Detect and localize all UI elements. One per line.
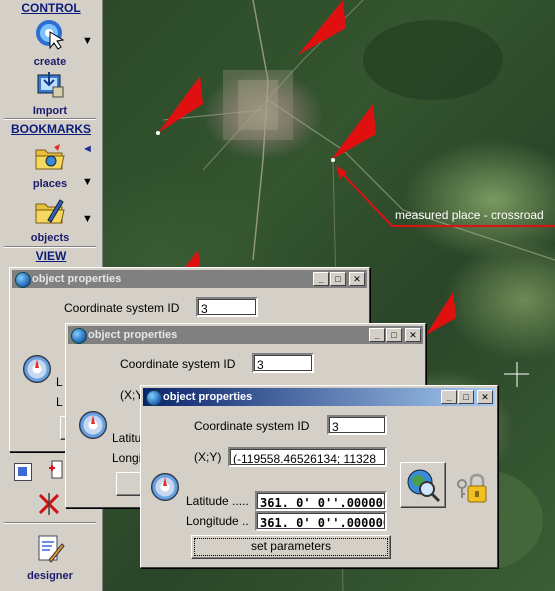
latitude-label: Latitude ..... xyxy=(186,494,249,508)
globe-icon xyxy=(15,272,31,288)
toolbar-divider xyxy=(4,246,96,248)
crosshair-cursor xyxy=(504,362,529,387)
objects-dropdown-arrow[interactable]: ▼ xyxy=(82,213,93,225)
close-button[interactable]: ✕ xyxy=(405,328,421,342)
coord-system-label: Coordinate system ID xyxy=(194,419,310,433)
coord-system-label: Coordinate system ID xyxy=(64,301,180,315)
minimize-button[interactable]: _ xyxy=(441,390,457,404)
marker-1[interactable] xyxy=(298,0,346,55)
places-folder-icon xyxy=(35,144,65,170)
marker-2[interactable] xyxy=(158,76,203,133)
xy-coordinates-input[interactable]: (-119558.46526134; 11328 xyxy=(228,447,387,467)
delete-tool-icon[interactable] xyxy=(37,492,61,516)
coord-system-input[interactable]: 3 xyxy=(327,415,387,435)
import-button[interactable]: Import xyxy=(20,71,80,117)
view-section-title: VIEW xyxy=(35,249,67,263)
close-button[interactable]: ✕ xyxy=(477,390,493,404)
marker-4[interactable] xyxy=(426,292,456,335)
coord-system-input[interactable]: 3 xyxy=(196,297,258,317)
globe-search-icon xyxy=(407,469,441,503)
import-label: Import xyxy=(32,105,68,117)
padlock-icon xyxy=(457,473,487,503)
designer-button[interactable]: designer xyxy=(20,534,80,582)
dialog-2-titlebar[interactable]: object properties _ □ ✕ xyxy=(68,326,423,344)
places-button[interactable]: places xyxy=(20,142,80,190)
minimize-button[interactable]: _ xyxy=(313,272,329,286)
maximize-button[interactable]: □ xyxy=(386,328,402,342)
latitude-label-partial: L xyxy=(56,375,63,389)
places-back-arrow[interactable]: ◄ xyxy=(82,143,93,155)
dialog-1-titlebar[interactable]: object properties _ □ ✕ xyxy=(12,270,367,288)
marker-3[interactable] xyxy=(331,104,376,160)
designer-label: designer xyxy=(27,570,73,582)
compass-icon[interactable] xyxy=(23,355,51,383)
compass-icon[interactable] xyxy=(79,411,107,439)
delete-cross-icon xyxy=(38,493,60,515)
latitude-input[interactable]: 361. 0' 0''.0000000 xyxy=(255,491,387,511)
globe-icon xyxy=(71,328,87,344)
minimize-button[interactable]: _ xyxy=(369,328,385,342)
import-icon xyxy=(37,72,64,98)
control-section-title: CONTROL xyxy=(21,1,81,15)
places-label: places xyxy=(32,178,68,190)
object-properties-dialog-3[interactable]: object properties _ □ ✕ Coordinate syste… xyxy=(140,385,498,568)
lock-keys-icon[interactable] xyxy=(455,472,489,506)
dialog-3-title: object properties xyxy=(163,391,253,403)
create-label: create xyxy=(33,56,67,68)
objects-label: objects xyxy=(30,232,70,244)
bookmarks-section-title: BOOKMARKS xyxy=(11,122,91,136)
dialog-1-title: object properties xyxy=(32,273,122,285)
longitude-input[interactable]: 361. 0' 0''.0000000 xyxy=(255,511,387,531)
coord-system-input[interactable]: 3 xyxy=(252,353,314,373)
create-icon xyxy=(36,20,65,50)
objects-button[interactable]: objects xyxy=(20,196,80,244)
dialog-3-titlebar[interactable]: object properties _ □ ✕ xyxy=(143,388,495,406)
add-point-icon[interactable] xyxy=(48,460,64,480)
longitude-label-partial: L xyxy=(56,395,63,409)
compass-icon[interactable] xyxy=(151,473,179,501)
designer-icon xyxy=(38,535,65,563)
set-parameters-button[interactable]: set parameters xyxy=(191,535,391,559)
places-dropdown-arrow[interactable]: ▼ xyxy=(82,176,93,188)
xy-label: (X;Y) xyxy=(194,450,222,464)
coord-system-label: Coordinate system ID xyxy=(120,357,236,371)
add-point-glyph-icon xyxy=(49,460,63,479)
create-button[interactable]: create xyxy=(20,18,80,68)
map-annotation: measured place - crossroad xyxy=(395,208,544,222)
layer-tool-icon[interactable] xyxy=(14,463,32,481)
maximize-button[interactable]: □ xyxy=(330,272,346,286)
maximize-button[interactable]: □ xyxy=(458,390,474,404)
globe-icon xyxy=(146,390,162,406)
globe-search-button[interactable] xyxy=(400,462,446,508)
dialog-2-title: object properties xyxy=(88,329,178,341)
toolbar-divider xyxy=(4,522,96,524)
close-button[interactable]: ✕ xyxy=(349,272,365,286)
longitude-label: Longitude .. xyxy=(186,514,249,528)
toolbar-divider xyxy=(4,118,96,120)
create-dropdown-arrow[interactable]: ▼ xyxy=(82,35,93,47)
longitude-label: Longi xyxy=(112,451,142,465)
latitude-label: Latitu xyxy=(112,431,142,445)
objects-folder-icon xyxy=(35,199,65,224)
